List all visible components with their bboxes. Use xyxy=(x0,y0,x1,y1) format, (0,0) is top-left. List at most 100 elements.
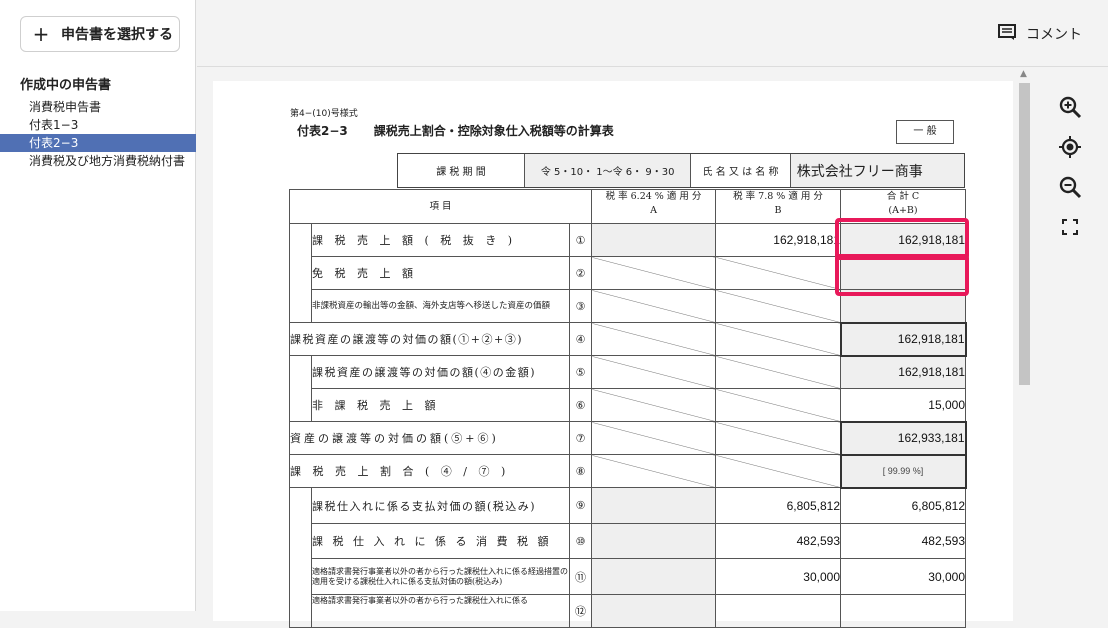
cell-b[interactable]: 162,918,181 xyxy=(715,223,841,257)
comment-icon xyxy=(998,24,1026,44)
row-mark: ⑩ xyxy=(569,523,592,559)
header: コメント xyxy=(197,0,1108,67)
row-label: 適格請求書発行事業者以外の者から行った課税仕入れに係る経過措置の適用を受ける課税… xyxy=(311,558,570,595)
table-row: 適格請求書発行事業者以外の者から行った課税仕入れに係る ⑫ xyxy=(290,594,966,628)
zoom-out-icon[interactable] xyxy=(1057,167,1083,207)
row-label: 課 税 仕 入 れ に 係 る 消 費 税 額 xyxy=(311,523,570,559)
row-mark: ⑧ xyxy=(569,454,592,488)
row-label: 非課税資産の輸出等の金額、海外支店等へ移送した資産の価額 xyxy=(311,289,570,323)
cell-b[interactable] xyxy=(715,594,841,628)
cell-b xyxy=(715,289,841,323)
cell-b xyxy=(715,454,841,488)
sidebar: + 申告書を選択する 作成中の申告書 消費税申告書 付表1−3 付表2−3 消費… xyxy=(0,0,196,611)
cell-a xyxy=(591,256,716,290)
row-mark: ① xyxy=(569,223,592,257)
form-title-text: 課税売上割合・控除対象仕入税額等の計算表 xyxy=(373,124,614,138)
cell-c[interactable]: 30,000 xyxy=(840,558,966,595)
cell-b[interactable]: 6,805,812 xyxy=(715,487,841,524)
table-row: 非 課 税 売 上 額 ⑥ 15,000 xyxy=(290,388,966,422)
name-value: 株式会社フリー商事 xyxy=(790,154,964,187)
name-label: 氏 名 又 は 名 称 xyxy=(691,154,791,187)
table-row: 適格請求書発行事業者以外の者から行った課税仕入れに係る経過措置の適用を受ける課税… xyxy=(290,558,966,595)
scrollbar-thumb[interactable] xyxy=(1019,83,1030,385)
comment-button[interactable]: コメント xyxy=(998,24,1082,44)
comment-label: コメント xyxy=(1026,27,1082,43)
row-label: 資産の譲渡等の対価の額(⑤+⑥) xyxy=(289,421,570,455)
period-value: 令 5・10・ 1〜令 6・ 9・30 xyxy=(524,154,692,187)
cell-a xyxy=(591,289,716,323)
row-mark: ③ xyxy=(569,289,592,323)
cell-a[interactable] xyxy=(591,223,716,257)
scroll-up-icon[interactable]: ▲ xyxy=(1020,69,1027,79)
cell-a[interactable] xyxy=(591,487,716,524)
cell-b xyxy=(715,322,841,356)
sidebar-item-appendix-2-3[interactable]: 付表2−3 xyxy=(0,134,196,152)
cell-b xyxy=(715,256,841,290)
kubun-box: 一 般 xyxy=(896,120,954,144)
row-label: 適格請求書発行事業者以外の者から行った課税仕入れに係る xyxy=(311,594,570,628)
row-mark: ⑤ xyxy=(569,355,592,389)
row-label: 課税資産の譲渡等の対価の額(④の金額) xyxy=(311,355,570,389)
zoom-tools xyxy=(1057,87,1083,247)
highlight-box-c2 xyxy=(835,254,969,296)
row-label: 課 税 売 上 割 合 ( ④ / ⑦ ) xyxy=(289,454,570,488)
cell-a xyxy=(591,355,716,389)
row-mark: ⑨ xyxy=(569,487,592,524)
cell-a xyxy=(591,322,716,356)
cell-b xyxy=(715,355,841,389)
row-mark: ⑫ xyxy=(569,594,592,628)
form-title-prefix: 付表2−3 xyxy=(297,124,348,138)
row-label: 免 税 売 上 額 xyxy=(311,256,570,290)
cell-b[interactable]: 482,593 xyxy=(715,523,841,559)
cell-a[interactable] xyxy=(591,523,716,559)
sidebar-heading: 作成中の申告書 xyxy=(20,78,112,93)
row-label: 課税仕入れに係る支払対価の額(税込み) xyxy=(311,487,570,524)
period-label: 課 税 期 間 xyxy=(398,154,525,187)
cell-b xyxy=(715,388,841,422)
locate-icon[interactable] xyxy=(1057,127,1083,167)
ratio-cell: [ 99.99 %] xyxy=(839,453,967,489)
cell-c[interactable]: 162,918,181 xyxy=(840,355,966,389)
cell-c[interactable]: 15,000 xyxy=(840,388,966,422)
table-row: 課 税 仕 入 れ に 係 る 消 費 税 額 ⑩ 482,593 482,59… xyxy=(290,523,966,559)
row-label: 非 課 税 売 上 額 xyxy=(311,388,570,422)
table-row: 課税仕入れに係る支払対価の額(税込み) ⑨ 6,805,812 6,805,81… xyxy=(289,487,966,628)
row-mark: ⑥ xyxy=(569,388,592,422)
row-label: 課税資産の譲渡等の対価の額(①+②+③) xyxy=(289,322,570,356)
cell-c[interactable]: 482,593 xyxy=(840,523,966,559)
plus-icon: + xyxy=(32,22,50,46)
table-row: 課 税 売 上 割 合 ( ④ / ⑦ ) ⑧ [ 99.99 %] xyxy=(289,453,967,489)
row-mark: ④ xyxy=(569,322,592,356)
form-code: 第4−(10)号様式 xyxy=(290,109,358,119)
sidebar-item-payment-slip[interactable]: 消費税及び地方消費税納付書 xyxy=(0,152,196,170)
col-b-header: 税 率 7.8 % 適 用 分B xyxy=(715,189,841,224)
sidebar-item-appendix-1-3[interactable]: 付表1−3 xyxy=(0,116,196,134)
col-a-header: 税 率 6.24 % 適 用 分A xyxy=(591,189,716,224)
sidebar-item-consumption-tax-return[interactable]: 消費税申告書 xyxy=(0,98,196,116)
form-title: 付表2−3 課税売上割合・控除対象仕入税額等の計算表 xyxy=(297,122,614,139)
cell-b[interactable]: 30,000 xyxy=(715,558,841,595)
cell-a xyxy=(591,388,716,422)
cell-c[interactable] xyxy=(840,594,966,628)
cell-c[interactable]: 6,805,812 xyxy=(840,487,966,524)
zoom-in-icon[interactable] xyxy=(1057,87,1083,127)
row-label: 課 税 売 上 額 ( 税 抜 き ) xyxy=(311,223,570,257)
select-form-button[interactable]: + 申告書を選択する xyxy=(20,16,180,52)
scrollbar[interactable]: ▲ xyxy=(1017,67,1031,611)
cell-c[interactable]: 162,918,181 xyxy=(839,321,967,357)
table-row: 課税資産の譲渡等の対価の額(①+②+③) ④ 162,918,181 xyxy=(289,321,967,357)
cell-a xyxy=(591,454,716,488)
sidebar-list: 消費税申告書 付表1−3 付表2−3 消費税及び地方消費税納付書 xyxy=(0,98,196,170)
select-form-label: 申告書を選択する xyxy=(61,27,173,43)
col-item-header: 項 目 xyxy=(289,189,592,224)
table-row: 資産の譲渡等の対価の額(⑤+⑥) ⑦ 162,933,181 xyxy=(289,420,967,456)
cell-a[interactable] xyxy=(591,594,716,628)
document-viewer: 第4−(10)号様式 付表2−3 課税売上割合・控除対象仕入税額等の計算表 一 般… xyxy=(197,67,1108,628)
cell-a[interactable] xyxy=(591,558,716,595)
cell-b xyxy=(715,421,841,455)
cell-c[interactable]: 162,933,181 xyxy=(839,420,967,456)
table-row: 課税資産の譲渡等の対価の額(④の金額) ⑤ 162,918,181 xyxy=(289,355,966,422)
row-mark: ⑪ xyxy=(569,558,592,595)
row-mark: ⑦ xyxy=(569,421,592,455)
fullscreen-icon[interactable] xyxy=(1057,207,1083,247)
